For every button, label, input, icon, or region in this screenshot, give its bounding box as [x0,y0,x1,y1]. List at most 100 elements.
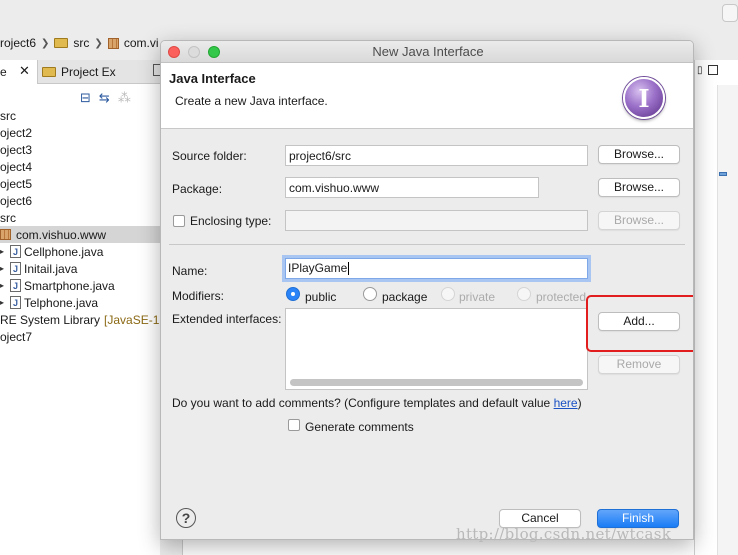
maximize-icon[interactable] [708,65,718,75]
tree-item-label: oject6 [0,193,33,208]
collapse-all-icon[interactable]: ⊟ [80,90,91,106]
chevron-right-icon: ❯ [41,37,50,49]
breadcrumb-package[interactable]: com.vi [107,36,158,50]
tree-item-label: oject2 [0,125,33,140]
modifier-public-radio[interactable] [286,287,300,301]
tree-item-label: oject4 [0,159,33,174]
text-caret [348,262,350,276]
dialog-titlebar[interactable]: New Java Interface [161,41,693,63]
interface-badge-icon: I [623,77,665,119]
view-menu-icon[interactable]: ⁂ [118,90,131,106]
expand-icon[interactable]: ▸ [0,298,8,307]
breadcrumb-src[interactable]: src [54,36,89,50]
separator [169,244,685,245]
expand-icon[interactable]: ▸ [0,264,8,273]
tree-item[interactable]: RE System Library [JavaSE-1.8 [0,311,169,328]
tree-item[interactable]: oject7 [0,328,160,345]
source-folder-browse-button[interactable]: Browse... [598,145,680,164]
tree-item-label: com.vishuo.www [16,227,107,242]
editor-area: ▯ [694,60,738,555]
tree-item[interactable]: oject6 [0,192,160,209]
package-explorer-tree: ⊟ ⇆ ⁂ src oject2 oject3 oject4 oject5 oject6 s… [0,84,169,555]
tree-item[interactable]: oject2 [0,124,160,141]
extended-interfaces-label: Extended interfaces: [172,312,282,326]
highlight-annotation-box [586,295,693,352]
java-file-icon: J [10,296,21,309]
tree-item[interactable]: src [0,209,160,226]
restore-icon[interactable]: ▯ [697,65,703,76]
tree-item[interactable]: oject3 [0,141,160,158]
window-control-button[interactable] [722,4,738,22]
tree-item-label: src [0,108,16,123]
enclosing-type-browse-button[interactable]: Browse... [598,211,680,230]
folder-icon [54,38,69,48]
tree-item-label: RE System Library [0,312,101,327]
tab-project-explorer[interactable]: Project Ex [42,65,116,79]
modifier-protected-radio[interactable] [517,287,531,301]
ruler-marker[interactable] [719,172,727,176]
remove-interface-button[interactable]: Remove [598,355,680,374]
tree-item-label: Smartphone.java [24,278,115,293]
package-icon [0,229,11,240]
package-field[interactable]: com.vishuo.www [285,177,539,198]
tree-item[interactable]: ▸ J Initail.java [0,260,160,277]
java-file-icon: J [10,279,21,292]
enclosing-type-checkbox[interactable] [173,215,185,227]
breadcrumb: roject6 ❯ src ❯ com.vi [0,33,158,53]
tree-item[interactable]: com.vishuo.www [0,226,160,243]
generate-comments-label: Generate comments [305,420,414,434]
source-folder-field[interactable]: project6/src [285,145,588,166]
java-file-icon: J [10,262,21,275]
tree-item-label: Cellphone.java [24,244,104,259]
modifier-private-radio[interactable] [441,287,455,301]
wizard-title: Java Interface [169,71,256,86]
package-icon [107,37,119,49]
modifier-protected-label: protected [536,290,587,304]
tab-package-explorer[interactable]: e ✕ [0,60,38,84]
enclosing-type-field[interactable] [285,210,588,231]
horizontal-scrollbar[interactable] [290,379,583,386]
comments-question: Do you want to add comments? (Configure … [172,396,582,410]
expand-icon[interactable]: ▸ [0,281,8,290]
modifier-private-label: private [459,290,496,304]
tree-item[interactable]: src [0,107,160,124]
tree-item[interactable]: oject5 [0,175,160,192]
name-label: Name: [172,264,208,278]
folder-icon [42,67,56,77]
tree-item[interactable]: ▸ J Cellphone.java [0,243,160,260]
breadcrumb-project[interactable]: roject6 [0,36,36,50]
package-browse-button[interactable]: Browse... [598,178,680,197]
tree-item-label: oject3 [0,142,33,157]
modifiers-label: Modifiers: [172,289,225,303]
name-value: IPlayGame [288,261,348,275]
tree-item-label: Telphone.java [24,295,99,310]
expand-icon[interactable]: ▸ [0,247,8,256]
chevron-right-icon: ❯ [94,37,103,49]
editor-ruler [717,85,738,555]
help-icon[interactable]: ? [176,508,196,528]
wizard-subtitle: Create a new Java interface. [175,94,328,108]
wizard-banner: Java Interface Create a new Java interfa… [161,63,693,129]
modifier-package-label: package [382,290,428,304]
tree-toolbar: ⊟ ⇆ ⁂ [80,90,131,106]
close-icon[interactable]: ✕ [19,63,30,79]
view-tabs: e ✕ Project Ex [0,60,160,84]
tree-item[interactable]: ▸ J Telphone.java [0,294,160,311]
name-field[interactable]: IPlayGame [285,258,588,279]
tree-item-label: src [0,210,16,225]
modifier-public-label: public [305,290,337,304]
package-label: Package: [172,182,223,196]
generate-comments-checkbox[interactable] [288,419,300,431]
new-java-interface-dialog: New Java Interface Java Interface Create… [160,40,694,540]
modifier-package-radio[interactable] [363,287,377,301]
watermark: http://blog.csdn.net/wtcask [456,525,672,543]
tree-item-label: Initail.java [24,261,78,276]
source-folder-label: Source folder: [172,149,247,163]
configure-templates-link[interactable]: here [554,396,578,410]
tree-item-label: oject7 [0,329,33,344]
java-file-icon: J [10,245,21,258]
link-with-editor-icon[interactable]: ⇆ [99,90,110,106]
extended-interfaces-list[interactable] [285,308,588,390]
tree-item[interactable]: oject4 [0,158,160,175]
tree-item[interactable]: ▸ J Smartphone.java [0,277,160,294]
